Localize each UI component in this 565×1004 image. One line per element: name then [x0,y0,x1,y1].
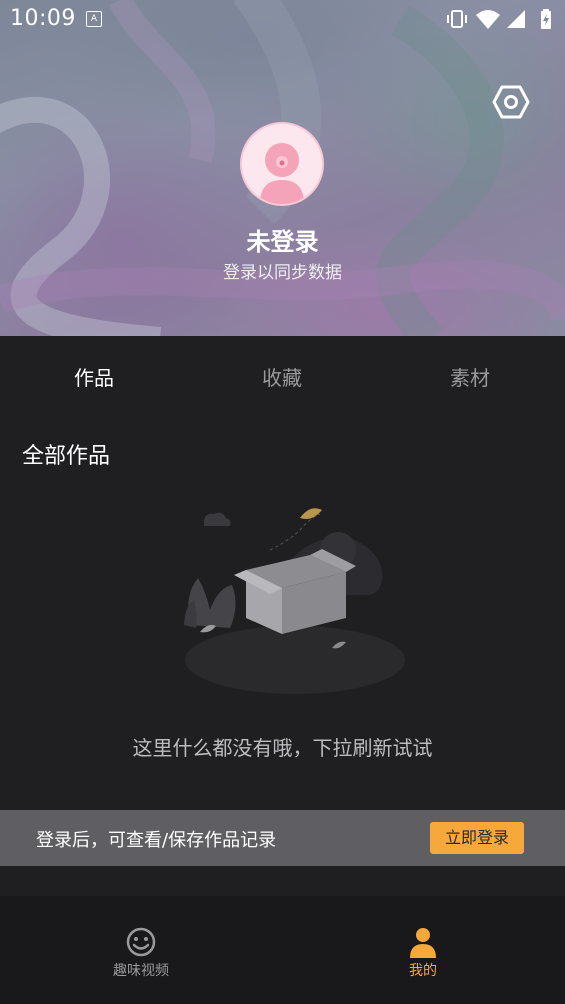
wifi-icon [476,10,500,29]
profile-header: 10:09 A 未登录 登录以同步数据 [0,0,565,336]
default-avatar-icon [260,143,304,204]
tab-favorites-label: 收藏 [262,366,302,390]
tab-works-label: 作品 [74,366,114,390]
vibrate-icon [447,10,467,28]
tab-favorites[interactable]: 收藏 [222,362,342,391]
section-title: 全部作品 [22,444,111,469]
empty-state-message: 这里什么都没有哦，下拉刷新试试 [132,736,433,760]
login-prompt-bar: 登录后，可查看/保存作品记录 立即登录 [0,810,565,866]
tab-materials[interactable]: 素材 [410,362,530,391]
login-prompt-text: 登录后，可查看/保存作品记录 [36,830,277,851]
hexagon-settings-icon [492,85,530,119]
signal-icon [507,10,525,28]
battery-charging-icon [541,9,551,29]
content-tabs: 作品 收藏 素材 [0,336,565,416]
status-time: 10:09 [10,6,76,31]
nav-item-fun-videos[interactable]: 趣味视频 [81,926,201,980]
my-page-screen: 10:09 A 未登录 登录以同步数据 作品 收藏 素材 全部作品 这里什么都没… [0,0,565,1004]
nav-label-fun-videos: 趣味视频 [113,963,169,979]
tab-materials-label: 素材 [450,366,490,390]
login-now-button[interactable]: 立即登录 [430,822,524,854]
tab-works[interactable]: 作品 [34,362,154,391]
notification-icon: A [86,11,102,27]
login-hint[interactable]: 登录以同步数据 [0,258,565,283]
status-bar: 10:09 A [0,0,565,40]
nav-item-mine[interactable]: 我的 [363,926,483,980]
status-icons [445,8,555,30]
smiley-icon [126,927,156,957]
nav-label-mine: 我的 [409,963,437,979]
bottom-navigation: 趣味视频 我的 [0,896,565,1004]
person-icon [410,928,436,958]
settings-button[interactable] [492,83,530,121]
avatar[interactable] [240,122,324,206]
empty-box-illustration [184,508,405,694]
username[interactable]: 未登录 [0,222,565,257]
